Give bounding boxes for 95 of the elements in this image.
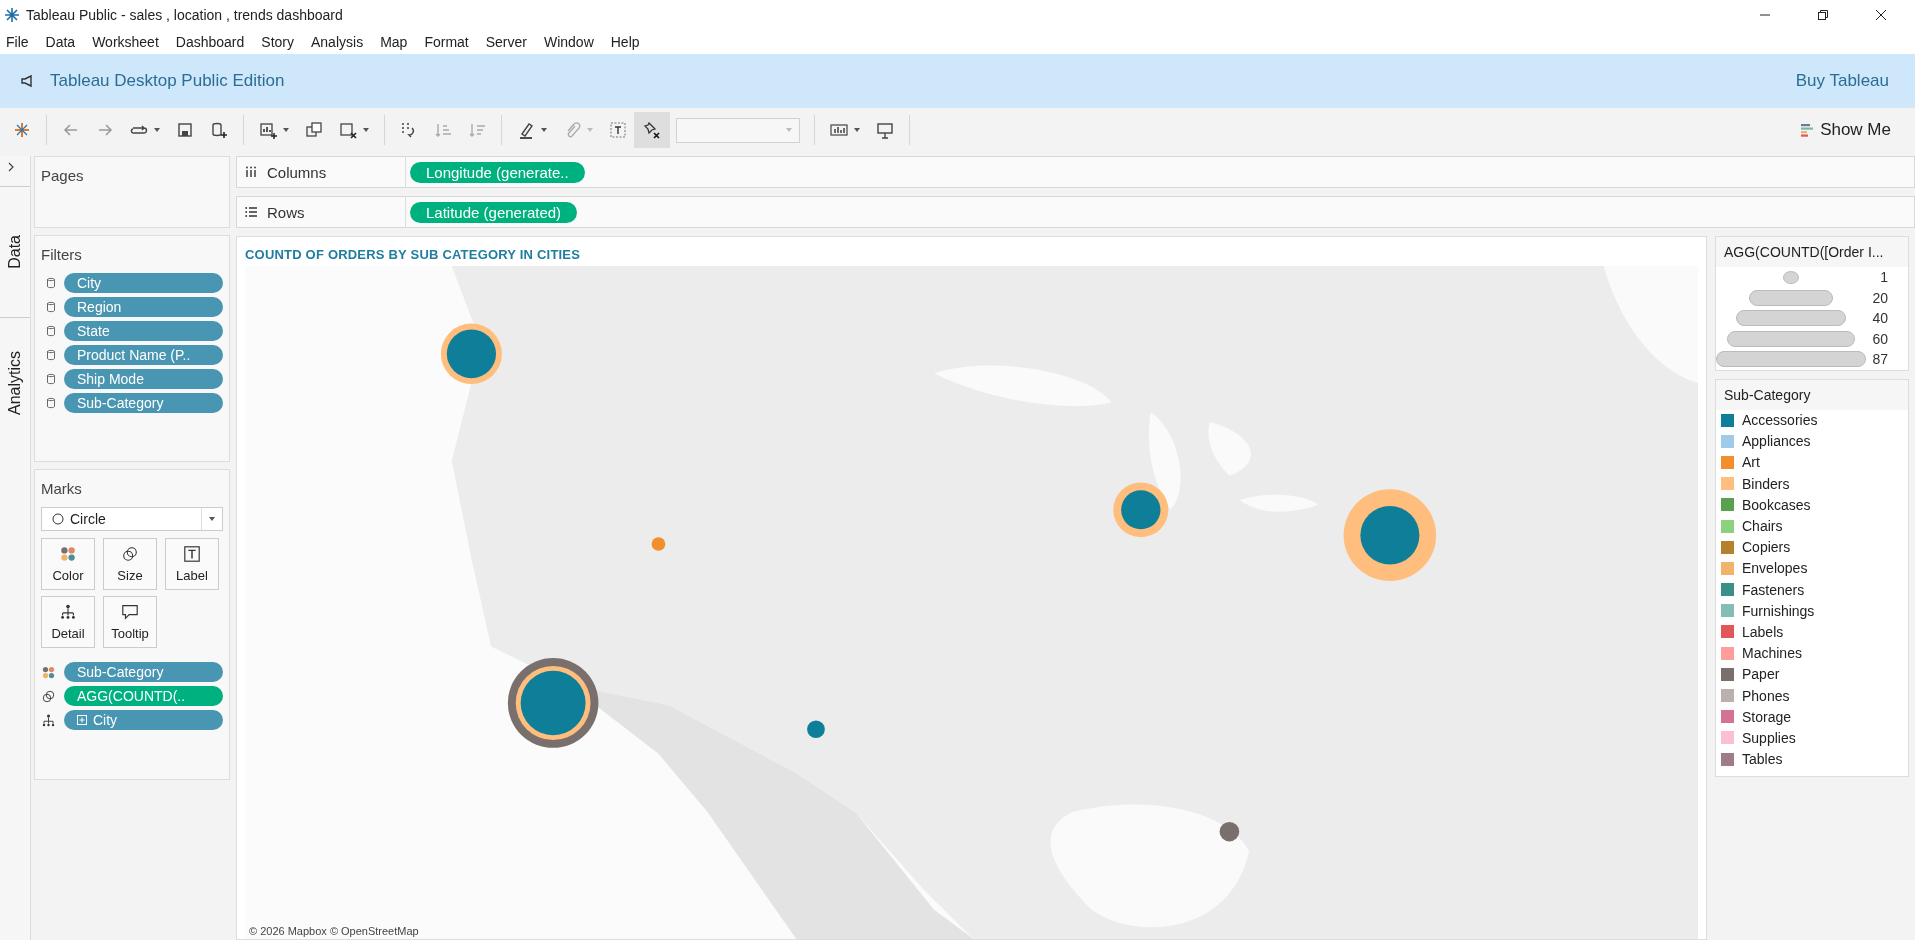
- legend-label[interactable]: Storage: [1742, 708, 1792, 725]
- database-icon: [46, 277, 56, 289]
- expand-icon[interactable]: [6, 162, 16, 172]
- size-swatch: [1783, 270, 1799, 284]
- caret-icon[interactable]: [853, 126, 861, 134]
- legend-label[interactable]: Phones: [1742, 687, 1790, 704]
- caret-icon[interactable]: [362, 126, 370, 134]
- megaphone-icon: [20, 74, 34, 88]
- menu-item[interactable]: File: [6, 34, 29, 50]
- legend-label[interactable]: Fasteners: [1742, 581, 1805, 598]
- presentation-icon[interactable]: [875, 120, 895, 140]
- mark-property-button[interactable]: Color: [41, 538, 95, 590]
- caret-icon: [785, 126, 793, 134]
- pin-clear-icon: [642, 120, 662, 140]
- legend-label[interactable]: Accessories: [1742, 412, 1818, 429]
- columns-icon: [245, 166, 257, 178]
- menu-item[interactable]: Map: [380, 34, 408, 50]
- mark-property-button[interactable]: Detail: [41, 596, 95, 648]
- restore-icon[interactable]: [1817, 9, 1829, 21]
- show-me-icon: [1800, 123, 1815, 137]
- legend-label[interactable]: Chairs: [1742, 518, 1783, 535]
- mark-property-button[interactable]: Tooltip: [103, 596, 157, 648]
- hierarchy-icon: [41, 712, 56, 728]
- mark-type-dropdown[interactable]: Circle: [41, 507, 223, 531]
- color-icon: [41, 664, 56, 680]
- logo-icon[interactable]: [12, 120, 32, 140]
- card-title: Pages: [41, 167, 84, 184]
- text-icon: [183, 545, 201, 563]
- size-icon: [41, 688, 56, 704]
- side-tab[interactable]: Data: [6, 235, 24, 269]
- speech-bubble-icon: [121, 603, 139, 621]
- card-title: Filters: [41, 246, 82, 263]
- caret-icon[interactable]: [153, 126, 161, 134]
- legend-label[interactable]: Furnishings: [1742, 602, 1815, 619]
- close-icon[interactable]: [1875, 9, 1887, 21]
- legend-label[interactable]: Machines: [1742, 645, 1802, 662]
- menu-item[interactable]: Window: [543, 34, 594, 50]
- caret-icon[interactable]: [540, 126, 548, 134]
- rows-icon: [245, 206, 257, 218]
- duplicate-icon[interactable]: [304, 120, 324, 140]
- shelf-label: Columns: [267, 163, 327, 181]
- legend-label[interactable]: Paper: [1742, 666, 1780, 683]
- circle-icon: [52, 513, 64, 525]
- menu-item[interactable]: Help: [610, 34, 640, 50]
- legend-value: 87: [1871, 351, 1888, 368]
- map-attribution: © 2026 Mapbox © OpenStreetMap: [249, 925, 419, 937]
- clear-sheet-icon[interactable]: [338, 120, 358, 140]
- legend-label[interactable]: Supplies: [1742, 729, 1796, 746]
- legend-title: Sub-Category: [1716, 379, 1908, 410]
- app-icon: [4, 7, 20, 23]
- legend-value: 60: [1871, 330, 1888, 347]
- new-sheet-icon[interactable]: [258, 120, 278, 140]
- mark-property-button[interactable]: Size: [103, 538, 157, 590]
- text-label-icon[interactable]: [608, 120, 628, 140]
- legend-label[interactable]: Tables: [1742, 751, 1783, 768]
- menu-item[interactable]: Dashboard: [175, 34, 245, 50]
- legend-value: 1: [1879, 269, 1888, 286]
- size-icon: [121, 545, 139, 563]
- buy-link[interactable]: Buy Tableau: [1795, 71, 1897, 91]
- menu-item[interactable]: Data: [45, 34, 76, 50]
- database-icon: [46, 397, 56, 409]
- mark-property-button[interactable]: Label: [165, 538, 219, 590]
- hierarchy-icon: [59, 603, 77, 621]
- menu-item[interactable]: Server: [485, 34, 527, 50]
- caret-icon[interactable]: [282, 126, 290, 134]
- card-title: Marks: [41, 480, 82, 497]
- legend-label[interactable]: Appliances: [1742, 433, 1811, 450]
- database-icon: [46, 301, 56, 313]
- menu-item[interactable]: Analysis: [311, 34, 364, 50]
- legend-title: AGG(COUNTD([Order I...: [1716, 237, 1908, 267]
- side-tab[interactable]: Analytics: [6, 351, 24, 415]
- database-icon: [46, 349, 56, 361]
- edition-label: Tableau Desktop Public Edition: [50, 71, 285, 91]
- menu-item[interactable]: Format: [424, 34, 469, 50]
- shelf-label: Rows: [267, 203, 305, 221]
- sheet-title: COUNTD OF ORDERS BY SUB CATEGORY IN CITIES: [245, 247, 581, 262]
- caret-icon: [208, 515, 216, 523]
- menu-item[interactable]: Story: [261, 34, 294, 50]
- legend-label[interactable]: Bookcases: [1742, 496, 1811, 513]
- legend-label[interactable]: Labels: [1742, 623, 1784, 640]
- show-me-button[interactable]: Show Me: [1798, 118, 1893, 142]
- color-dots-icon: [59, 545, 77, 563]
- database-icon: [46, 373, 56, 385]
- legend-label[interactable]: Art: [1742, 454, 1760, 471]
- save-icon[interactable]: [175, 120, 195, 140]
- legend-label[interactable]: Envelopes: [1742, 560, 1808, 577]
- legend-label[interactable]: Binders: [1742, 475, 1790, 492]
- database-icon: [46, 325, 56, 337]
- legend-label[interactable]: Copiers: [1742, 539, 1791, 556]
- add-datasource-icon[interactable]: [209, 120, 229, 140]
- legend-value: 20: [1871, 289, 1888, 306]
- window-title: Tableau Public - sales , location , trends dashboard: [26, 7, 343, 23]
- menu-item[interactable]: Worksheet: [92, 34, 159, 50]
- legend-value: 40: [1871, 310, 1888, 327]
- pin-clear-button[interactable]: [634, 112, 670, 148]
